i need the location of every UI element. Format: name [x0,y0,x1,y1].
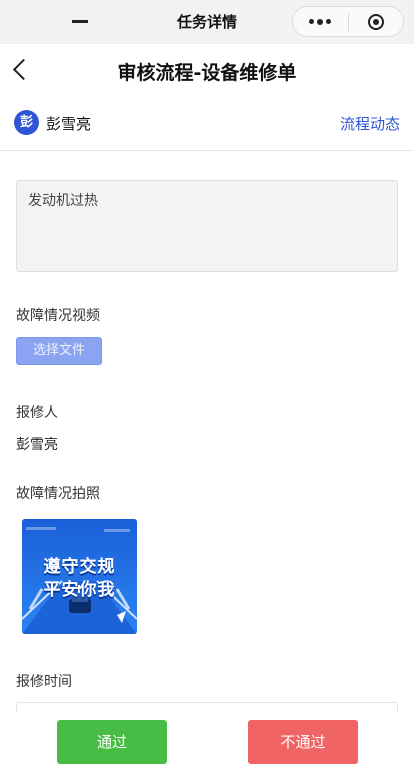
action-bar: 通过 不通过 [0,712,414,780]
process-status-link[interactable]: 流程动态 [340,113,400,134]
fault-photo-label: 故障情况拍照 [16,486,100,502]
photo-text-line-2: 平安你我 [43,580,116,600]
photo-text-line-1: 遵守交规 [43,557,116,577]
miniprogram-top-bar: 任务详情 [0,0,414,45]
applicant-name: 彭雪亮 [46,115,92,133]
approve-button[interactable]: 通过 [57,720,167,764]
choose-file-button[interactable]: 选择文件 [16,337,102,365]
page-title: 审核流程-设备维修单 [117,62,297,84]
fault-description-field: 发动机过热 [16,180,398,272]
reporter-value: 彭雪亮 [16,437,58,453]
more-options-icon[interactable] [293,18,348,25]
close-miniprogram-icon[interactable] [348,13,403,30]
miniprogram-capsule [292,6,404,37]
avatar: 彭 [14,110,39,135]
page-navbar: 审核流程-设备维修单 [0,44,414,98]
fault-photo-thumbnail[interactable]: 遵守交规 平安你我 [22,519,137,634]
repair-time-label: 报修时间 [16,674,72,690]
minimize-icon[interactable] [72,20,88,24]
applicant-row: 彭 彭雪亮 流程动态 [0,98,414,151]
fault-video-label: 故障情况视频 [16,308,100,324]
reporter-label: 报修人 [16,405,58,421]
reject-button[interactable]: 不通过 [248,720,358,764]
